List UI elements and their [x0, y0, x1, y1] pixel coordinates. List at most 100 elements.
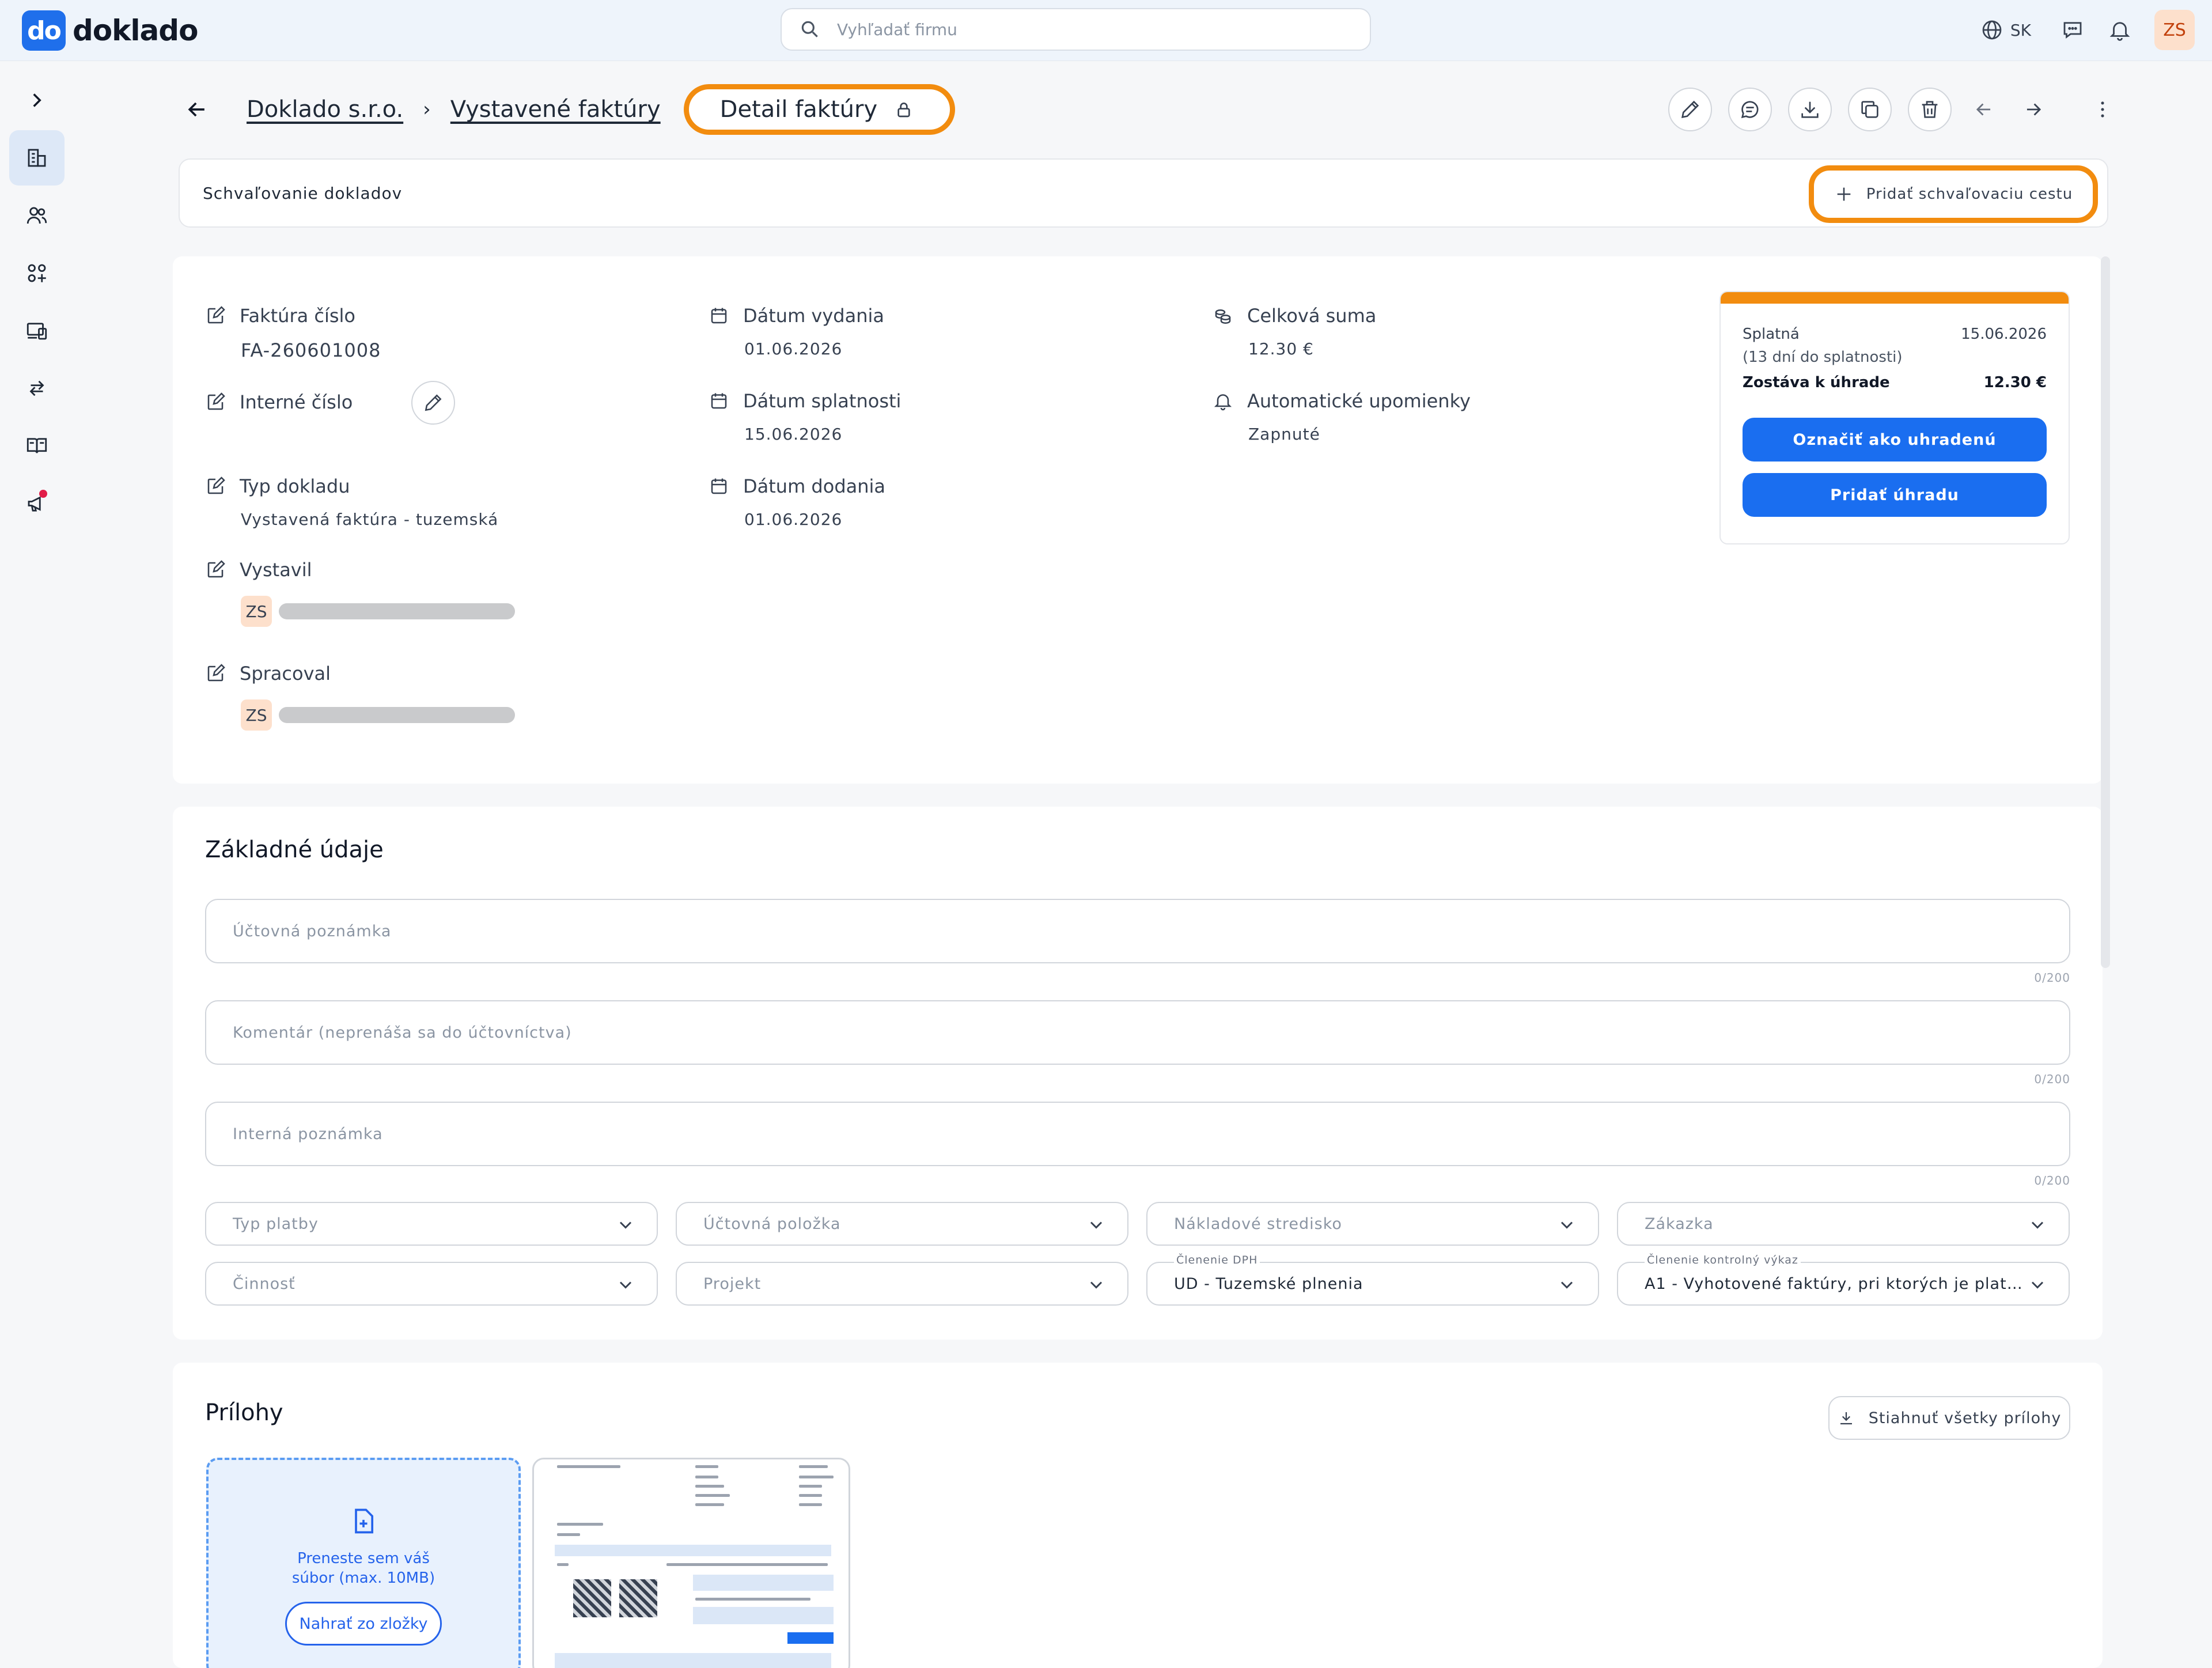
payment-days-note: (13 dní do splatnosti) — [1743, 349, 1903, 366]
breadcrumb-company[interactable]: Doklado s.r.o. — [247, 96, 403, 123]
top-bar: do doklado SK ZS — [0, 0, 2212, 61]
issued-by-user: ZS — [241, 596, 515, 627]
calendar-icon — [711, 308, 727, 324]
basic-data-title: Základné údaje — [205, 837, 384, 863]
accounting-item-select[interactable]: Účtovná položka — [676, 1202, 1128, 1246]
arrow-right-icon — [2027, 103, 2041, 116]
field-invoice-number: Faktúra číslo FA-260601008 — [205, 305, 381, 361]
calendar-icon — [711, 393, 727, 409]
more-button[interactable] — [2085, 88, 2120, 131]
accounting-note-field[interactable]: Účtovná poznámka — [205, 899, 2070, 963]
user-avatar[interactable]: ZS — [2154, 10, 2195, 50]
attachment-thumbnail[interactable] — [532, 1458, 850, 1668]
redacted-name — [279, 707, 515, 723]
duplicate-button[interactable] — [1848, 88, 1892, 131]
delivery-date-label: Dátum dodania — [743, 475, 886, 497]
chat-icon — [2063, 22, 2082, 39]
edit-button[interactable] — [1668, 88, 1712, 131]
payment-due-date: 15.06.2026 — [1961, 326, 2047, 343]
previous-button[interactable] — [1967, 88, 2001, 131]
app-logo[interactable]: do doklado — [22, 10, 198, 51]
lock-icon — [897, 103, 910, 118]
apps-icon — [28, 264, 46, 282]
accounting-item-placeholder: Účtovná položka — [703, 1215, 841, 1233]
transfer-icon — [29, 380, 44, 396]
due-date-value: 15.06.2026 — [744, 425, 843, 444]
sidebar-item-apps[interactable] — [9, 245, 65, 301]
globe-icon — [1982, 20, 2002, 40]
activity-select[interactable]: Činnosť — [205, 1262, 658, 1306]
chevron-right-icon — [33, 93, 41, 107]
payment-status-box: Splatná 15.06.2026 (13 dní do splatnosti… — [1719, 291, 2070, 544]
sidebar — [0, 61, 74, 1668]
comment-field[interactable]: Komentár (neprenáša sa do účtovníctva) — [205, 1000, 2070, 1065]
add-approval-path-button[interactable]: Pridať schvaľovaciu cestu — [1809, 165, 2098, 223]
notification-dot — [39, 490, 47, 498]
comment-button[interactable] — [1728, 88, 1772, 131]
search-box[interactable] — [781, 8, 1371, 51]
breadcrumb-current: Detail faktúry — [683, 84, 956, 135]
breadcrumb-section[interactable]: Vystavené faktúry — [450, 96, 661, 123]
language-label: SK — [2010, 20, 2031, 40]
download-icon — [1840, 1412, 1852, 1425]
sidebar-expand[interactable] — [9, 73, 65, 128]
remaining-label: Zostáva k úhrade — [1743, 374, 1890, 391]
payment-type-select[interactable]: Typ platby — [205, 1202, 658, 1246]
avatar: ZS — [241, 699, 272, 731]
sidebar-item-companies[interactable] — [9, 130, 65, 186]
payment-type-placeholder: Typ platby — [233, 1215, 319, 1233]
comment-icon — [1741, 101, 1759, 119]
download-icon — [1801, 101, 1819, 118]
delete-button[interactable] — [1908, 88, 1952, 131]
download-button[interactable] — [1788, 88, 1832, 131]
edit-square-icon — [207, 306, 225, 324]
vat-classification-label: Členenie DPH — [1174, 1254, 1260, 1266]
project-select[interactable]: Projekt — [676, 1262, 1128, 1306]
field-issued-by: Vystavil ZS — [205, 559, 515, 627]
chevron-down-icon — [2031, 1221, 2044, 1229]
control-statement-select[interactable]: Členenie kontrolný výkaz A1 - Vyhotovené… — [1617, 1254, 2070, 1306]
language-switch[interactable]: SK — [1980, 18, 2031, 41]
cost-center-placeholder: Nákladové stredisko — [1174, 1215, 1342, 1233]
redacted-name — [279, 603, 515, 619]
field-processed-by: Spracoval ZS — [205, 663, 515, 731]
field-auto-reminders: Automatické upomienky Zapnuté — [1213, 390, 1471, 444]
internal-note-field[interactable]: Interná poznámka — [205, 1102, 2070, 1166]
chevron-down-icon — [1090, 1221, 1103, 1229]
field-total-amount: Celková suma 12.30 € — [1213, 305, 1376, 358]
bell-icon — [2109, 22, 2130, 41]
upload-from-folder-button[interactable]: Nahrať zo zložky — [285, 1602, 442, 1646]
sidebar-item-users[interactable] — [9, 188, 65, 243]
mark-paid-button[interactable]: Označiť ako uhradenú — [1743, 418, 2047, 462]
avatar: ZS — [241, 596, 272, 627]
next-button[interactable] — [2016, 88, 2051, 131]
chevron-down-icon — [2031, 1281, 2044, 1289]
field-delivery-date: Dátum dodania 01.06.2026 — [709, 475, 885, 529]
toolbar — [1652, 86, 2120, 133]
coins-icon — [1215, 309, 1231, 324]
sidebar-item-announcements[interactable] — [9, 476, 65, 531]
download-all-button[interactable]: Stiahnuť všetky prílohy — [1828, 1396, 2070, 1440]
field-document-type: Typ dokladu Vystavená faktúra - tuzemská — [205, 475, 498, 529]
sidebar-item-transfers[interactable] — [9, 361, 65, 416]
invoice-number-value: FA-260601008 — [241, 339, 381, 361]
edit-internal-number-button[interactable] — [411, 381, 455, 425]
chevron-down-icon — [619, 1221, 632, 1229]
building-icon — [28, 149, 46, 167]
vat-classification-select[interactable]: Členenie DPH UD - Tuzemské plnenia — [1146, 1254, 1599, 1306]
cost-center-select[interactable]: Nákladové stredisko — [1146, 1202, 1599, 1246]
notifications-button[interactable] — [2107, 17, 2133, 43]
issue-date-label: Dátum vydania — [743, 305, 884, 327]
scrollbar[interactable] — [2101, 256, 2110, 968]
approval-title: Schvaľovanie dokladov — [203, 184, 403, 203]
file-drop-zone[interactable]: Preneste sem váš súbor (max. 10MB) Nahra… — [206, 1458, 521, 1668]
back-arrow-icon[interactable] — [184, 97, 210, 122]
order-select[interactable]: Zákazka — [1617, 1202, 2070, 1246]
sidebar-item-guide[interactable] — [9, 418, 65, 474]
search-input[interactable] — [837, 20, 1327, 39]
sidebar-item-devices[interactable] — [9, 303, 65, 358]
chat-button[interactable] — [2060, 17, 2085, 43]
payment-status-label: Splatná — [1743, 326, 1800, 343]
add-payment-button[interactable]: Pridať úhradu — [1743, 473, 2047, 517]
breadcrumb-separator: › — [423, 98, 431, 121]
